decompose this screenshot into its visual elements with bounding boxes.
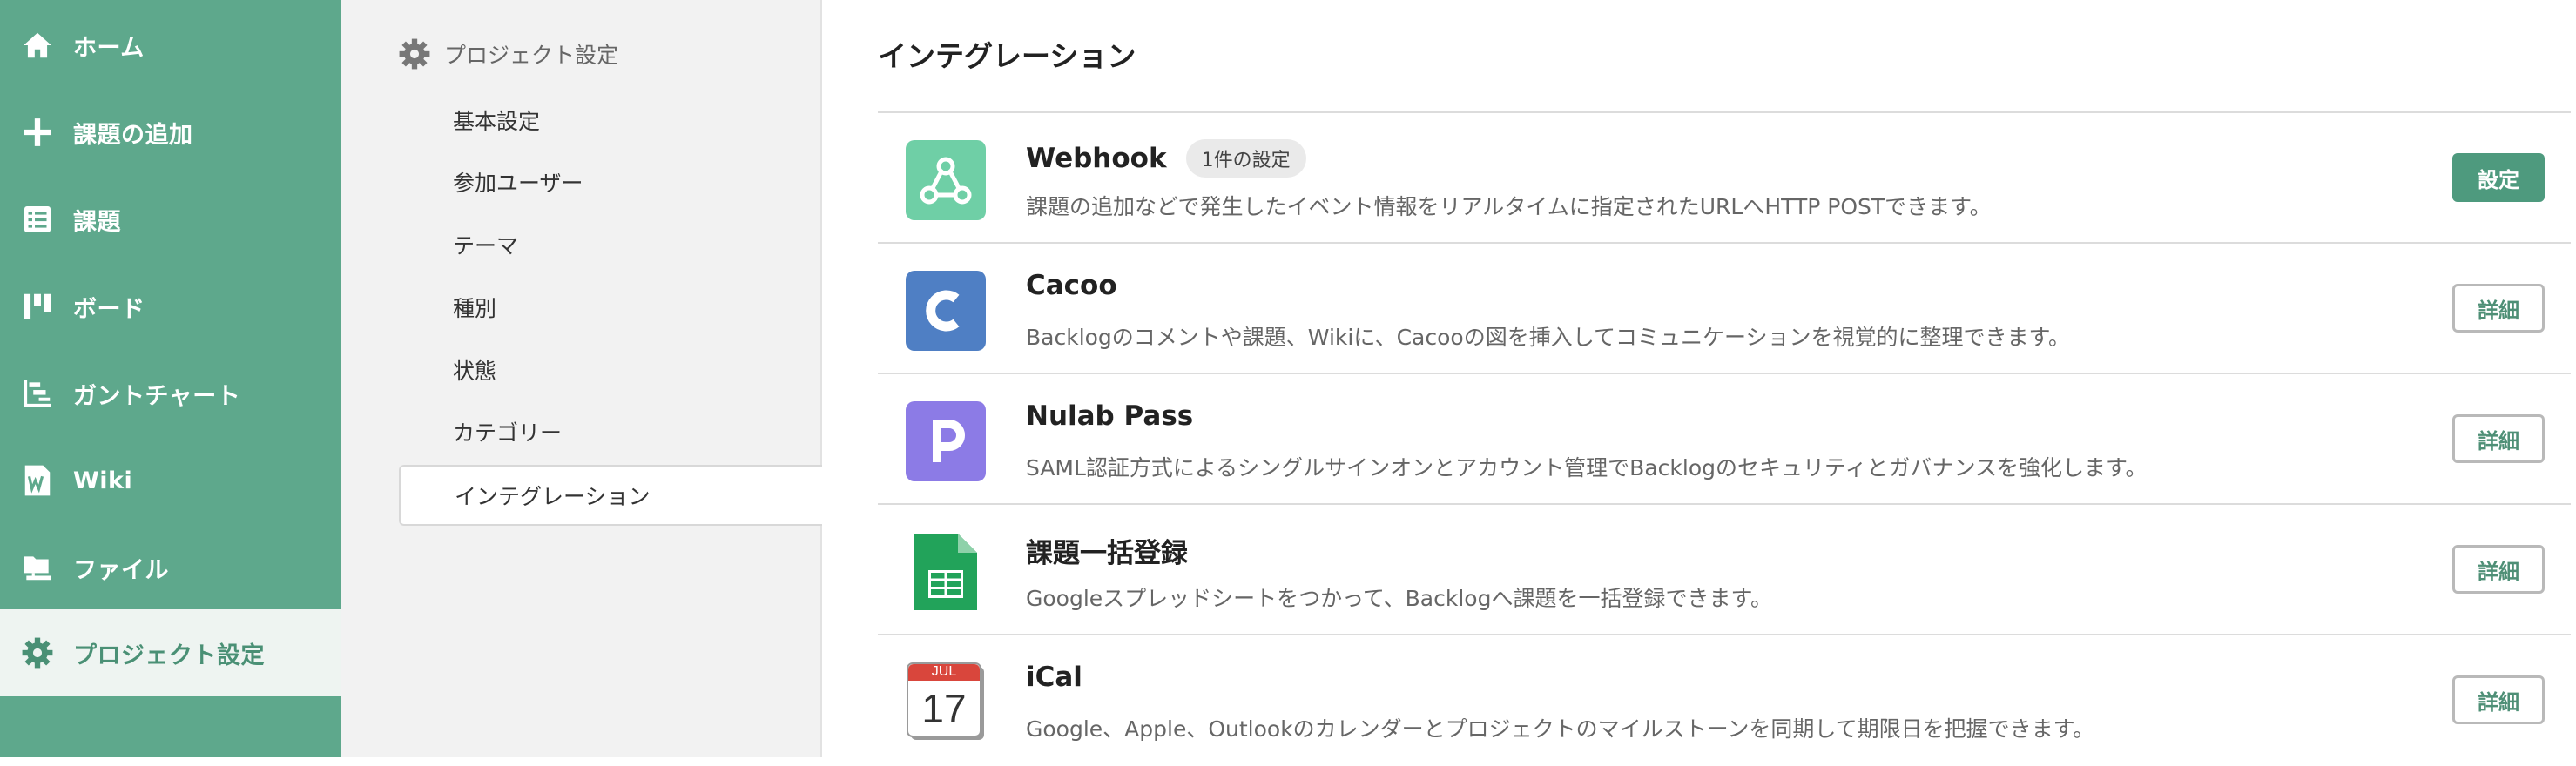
integration-description: Backlogのコメントや課題、Wikiに、Cacooの図を挿入してコミュニケー… xyxy=(1026,325,2070,350)
main-nav: ホーム 課題の追加 課題 ボード ガントチャート Wiki ファイル プロジェク… xyxy=(0,0,341,757)
calendar-icon: JUL 17 xyxy=(906,660,986,740)
subnav-item-members[interactable]: 参加ユーザー xyxy=(453,156,583,208)
bulk-issue-details-button[interactable]: 詳細 xyxy=(2452,545,2545,594)
nav-item-label: 課題の追加 xyxy=(73,121,193,149)
integration-row-webhook: Webhook 1件の設定 課題の追加などで発生したイベント情報をリアルタイムに… xyxy=(878,113,2571,244)
gantt-icon xyxy=(19,375,56,412)
nav-item-wiki[interactable]: Wiki xyxy=(0,437,341,524)
nav-item-add-issue[interactable]: 課題の追加 xyxy=(0,89,341,176)
subnav-item-theme[interactable]: テーマ xyxy=(453,218,518,271)
nav-item-label: Wiki xyxy=(73,467,133,494)
subnav-item-basic-settings[interactable]: 基本設定 xyxy=(453,94,540,146)
cacoo-details-button[interactable]: 詳細 xyxy=(2452,284,2545,333)
subnav-item-label: インテグレーション xyxy=(455,484,651,509)
integration-name: Webhook 1件の設定 xyxy=(1026,139,1306,178)
subnav-item-label: 基本設定 xyxy=(453,109,541,134)
integration-title: 課題一括登録 xyxy=(1026,538,1188,569)
main-content: インテグレーション Webhook 1件の設定 課題の追加などで発生したイベント… xyxy=(822,0,2576,757)
gear-icon xyxy=(19,635,56,671)
integration-row-cacoo: Cacoo Backlogのコメントや課題、Wikiに、Cacooの図を挿入して… xyxy=(878,244,2571,374)
ical-details-button[interactable]: 詳細 xyxy=(2452,675,2545,724)
nav-item-label: プロジェクト設定 xyxy=(73,642,265,669)
nav-item-label: ボード xyxy=(73,295,145,323)
webhook-settings-button[interactable]: 設定 xyxy=(2452,153,2545,202)
subnav-header-label: プロジェクト設定 xyxy=(444,43,619,68)
subnav-item-label: 状態 xyxy=(453,359,497,384)
integration-description: Googleスプレッドシートをつかって、Backlogへ課題を一括登録できます。 xyxy=(1026,586,1772,611)
nav-item-label: 課題 xyxy=(73,208,121,236)
settings-subnav: プロジェクト設定 基本設定 参加ユーザー テーマ 種別 状態 カテゴリー インテ… xyxy=(341,0,822,757)
spreadsheet-icon xyxy=(906,532,986,612)
integration-name: Cacoo xyxy=(1026,270,1117,301)
subnav-item-label: テーマ xyxy=(453,233,519,259)
home-icon xyxy=(19,27,56,64)
list-icon xyxy=(19,201,56,238)
subnav-item-integrations[interactable]: インテグレーション xyxy=(399,465,822,526)
settings-count-badge: 1件の設定 xyxy=(1185,139,1306,178)
subnav-item-label: 参加ユーザー xyxy=(453,171,583,196)
calendar-month: JUL xyxy=(931,664,957,679)
plus-icon xyxy=(19,114,56,151)
nav-item-label: ガントチャート xyxy=(73,382,241,410)
nav-item-project-settings[interactable]: プロジェクト設定 xyxy=(0,609,341,696)
webhook-icon xyxy=(906,140,986,220)
integration-name: 課題一括登録 xyxy=(1026,531,1188,570)
integration-title: Cacoo xyxy=(1026,270,1117,301)
subnav-item-issue-types[interactable]: 種別 xyxy=(453,281,496,333)
nav-item-board[interactable]: ボード xyxy=(0,263,341,350)
nav-item-label: ホーム xyxy=(73,34,145,62)
cacoo-icon xyxy=(906,271,986,351)
nulab-pass-details-button[interactable]: 詳細 xyxy=(2452,414,2545,463)
integration-description: SAML認証方式によるシングルサインオンとアカウント管理でBacklogのセキュ… xyxy=(1026,455,2148,480)
integration-row-bulk-issue: 課題一括登録 Googleスプレッドシートをつかって、Backlogへ課題を一括… xyxy=(878,505,2571,635)
board-icon xyxy=(19,288,56,325)
integration-list: Webhook 1件の設定 課題の追加などで発生したイベント情報をリアルタイムに… xyxy=(878,111,2571,766)
subnav-item-label: カテゴリー xyxy=(453,420,563,446)
integration-row-ical: JUL 17 iCal Google、Apple、Outlookのカレンダーとプ… xyxy=(878,635,2571,766)
nav-item-files[interactable]: ファイル xyxy=(0,524,341,611)
nulab-pass-icon xyxy=(906,401,986,481)
nav-item-label: ファイル xyxy=(73,556,169,584)
subnav-item-statuses[interactable]: 状態 xyxy=(453,344,496,396)
integration-description: Google、Apple、Outlookのカレンダーとプロジェクトのマイルストー… xyxy=(1026,716,2095,742)
nav-item-gantt[interactable]: ガントチャート xyxy=(0,350,341,437)
integration-title: Nulab Pass xyxy=(1026,400,1194,432)
folder-icon xyxy=(19,549,56,586)
page-title: インテグレーション xyxy=(878,39,1136,73)
calendar-day: 17 xyxy=(921,686,967,731)
subnav-item-label: 種別 xyxy=(453,296,497,321)
subnav-item-categories[interactable]: カテゴリー xyxy=(453,406,562,458)
integration-name: iCal xyxy=(1026,662,1082,693)
integration-description: 課題の追加などで発生したイベント情報をリアルタイムに指定されたURLへHTTP … xyxy=(1026,194,1992,219)
nav-item-home[interactable]: ホーム xyxy=(0,2,341,89)
integration-title: Webhook xyxy=(1026,143,1167,174)
integration-row-nulab-pass: Nulab Pass SAML認証方式によるシングルサインオンとアカウント管理で… xyxy=(878,374,2571,505)
wiki-icon xyxy=(19,462,56,499)
integration-title: iCal xyxy=(1026,662,1082,693)
integration-name: Nulab Pass xyxy=(1026,400,1193,432)
nav-item-issues[interactable]: 課題 xyxy=(0,176,341,263)
subnav-header: プロジェクト設定 xyxy=(397,31,618,77)
gear-icon xyxy=(397,37,432,71)
